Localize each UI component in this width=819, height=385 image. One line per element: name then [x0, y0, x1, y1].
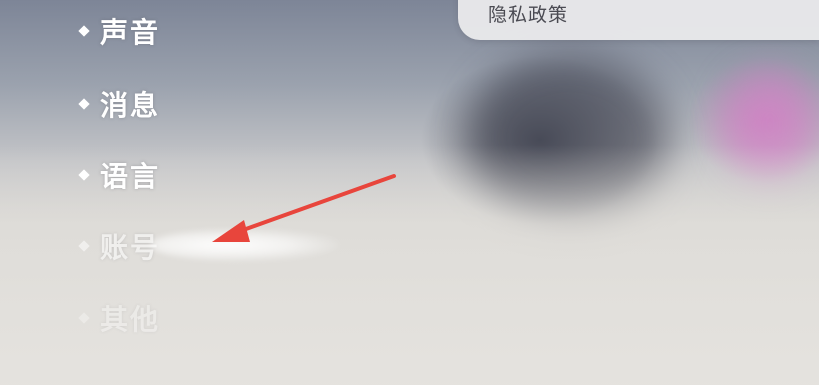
nav-item-label: 声音 [100, 16, 161, 49]
nav-item-label: 语言 [100, 160, 161, 193]
diamond-bullet-icon [78, 312, 90, 324]
diamond-bullet-icon [78, 98, 90, 110]
nav-item-sound[interactable]: 声音 [76, 11, 236, 51]
nav-item-language[interactable]: 语言 [76, 155, 236, 195]
light-glare [150, 228, 340, 262]
popup-menu: 隐私政策 [458, 0, 819, 40]
diamond-bullet-icon [78, 240, 90, 252]
settings-screen: 隐私政策 声音 消息 语言 账号 其他 [0, 0, 819, 385]
privacy-policy-item[interactable]: 隐私政策 [488, 0, 568, 27]
diamond-bullet-icon [78, 169, 90, 181]
nav-item-other[interactable]: 其他 [76, 298, 236, 338]
nav-item-label: 其他 [100, 303, 161, 336]
diamond-bullet-icon [78, 25, 90, 37]
nav-item-message[interactable]: 消息 [76, 84, 236, 124]
nav-item-label: 消息 [100, 89, 161, 122]
